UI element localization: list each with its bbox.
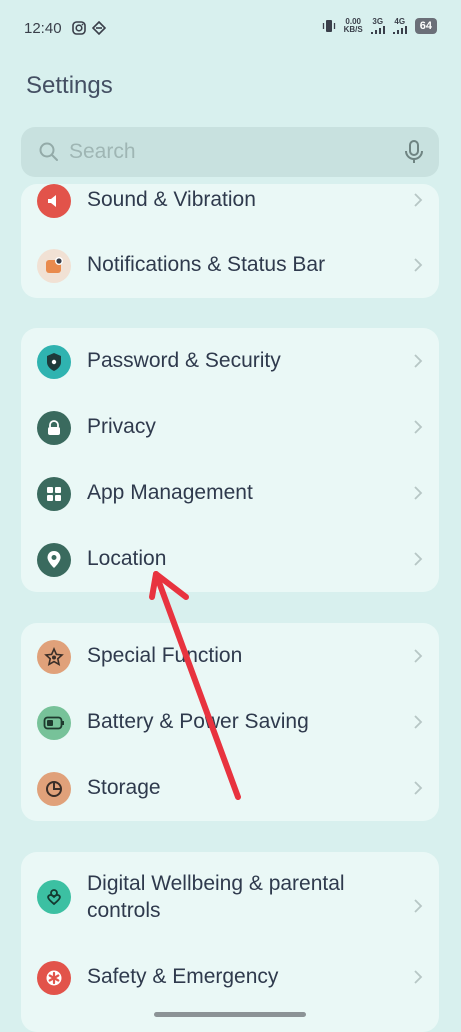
settings-item-location[interactable]: Location (21, 526, 439, 592)
pie-chart-icon (37, 772, 71, 806)
chevron-right-icon (414, 899, 423, 913)
chevron-right-icon (414, 649, 423, 663)
chevron-right-icon (414, 970, 423, 984)
settings-item-safety-emergency[interactable]: Safety & Emergency (21, 944, 439, 1010)
star-icon (37, 640, 71, 674)
emergency-icon (37, 961, 71, 995)
settings-item-sound-vibration[interactable]: Sound & Vibration (21, 184, 439, 233)
settings-group-functions: Special Function Battery & Power Saving … (21, 623, 439, 821)
battery-indicator: 64 (414, 18, 437, 34)
speaker-icon (37, 184, 71, 218)
signal-type-4g: 4G (394, 17, 406, 26)
battery-icon (37, 706, 71, 740)
wellbeing-heart-icon (37, 880, 71, 914)
search-icon (39, 142, 58, 161)
signal-bars-icon (370, 26, 385, 34)
settings-item-app-management[interactable]: App Management (21, 460, 439, 526)
signal-bars-icon (392, 26, 407, 34)
chevron-right-icon (414, 354, 423, 368)
apps-grid-icon (37, 477, 71, 511)
status-time: 12:40 (24, 20, 62, 37)
chevron-right-icon (414, 715, 423, 729)
chevron-right-icon (414, 258, 423, 272)
settings-item-storage[interactable]: Storage (21, 755, 439, 821)
network-speed: 0.00 KB/S (343, 17, 363, 34)
settings-item-battery[interactable]: Battery & Power Saving (21, 689, 439, 755)
settings-item-notifications[interactable]: Notifications & Status Bar (21, 232, 439, 298)
shield-icon (37, 345, 71, 379)
page-title: Settings (26, 72, 113, 99)
signal-type-3g: 3G (372, 17, 384, 26)
settings-group-wellbeing: Digital Wellbeing & parental controls Sa… (21, 852, 439, 1032)
chevron-right-icon (414, 420, 423, 434)
location-pin-icon (37, 543, 71, 577)
vibrate-icon (322, 20, 335, 32)
settings-item-digital-wellbeing[interactable]: Digital Wellbeing & parental controls (21, 864, 439, 944)
notification-icon (37, 249, 71, 283)
chevron-right-icon (414, 552, 423, 566)
app-notification-icon (92, 21, 106, 35)
home-indicator[interactable] (154, 1012, 306, 1017)
chevron-right-icon (414, 781, 423, 795)
chevron-right-icon (414, 486, 423, 500)
microphone-icon[interactable] (403, 139, 425, 165)
settings-item-password-security[interactable]: Password & Security (21, 328, 439, 394)
settings-group-security: Password & Security Privacy App Manageme… (21, 328, 439, 592)
settings-item-special-function[interactable]: Special Function (21, 623, 439, 689)
search-placeholder: Search (69, 140, 136, 163)
search-input[interactable]: Search (21, 127, 439, 177)
status-bar: 12:40 0.00 KB/S 3G 4G 64 (0, 0, 461, 56)
settings-group-sound: Sound & Vibration Notifications & Status… (21, 184, 439, 298)
lock-icon (37, 411, 71, 445)
chevron-right-icon (414, 193, 423, 207)
settings-item-privacy[interactable]: Privacy (21, 394, 439, 460)
instagram-icon (72, 21, 86, 35)
